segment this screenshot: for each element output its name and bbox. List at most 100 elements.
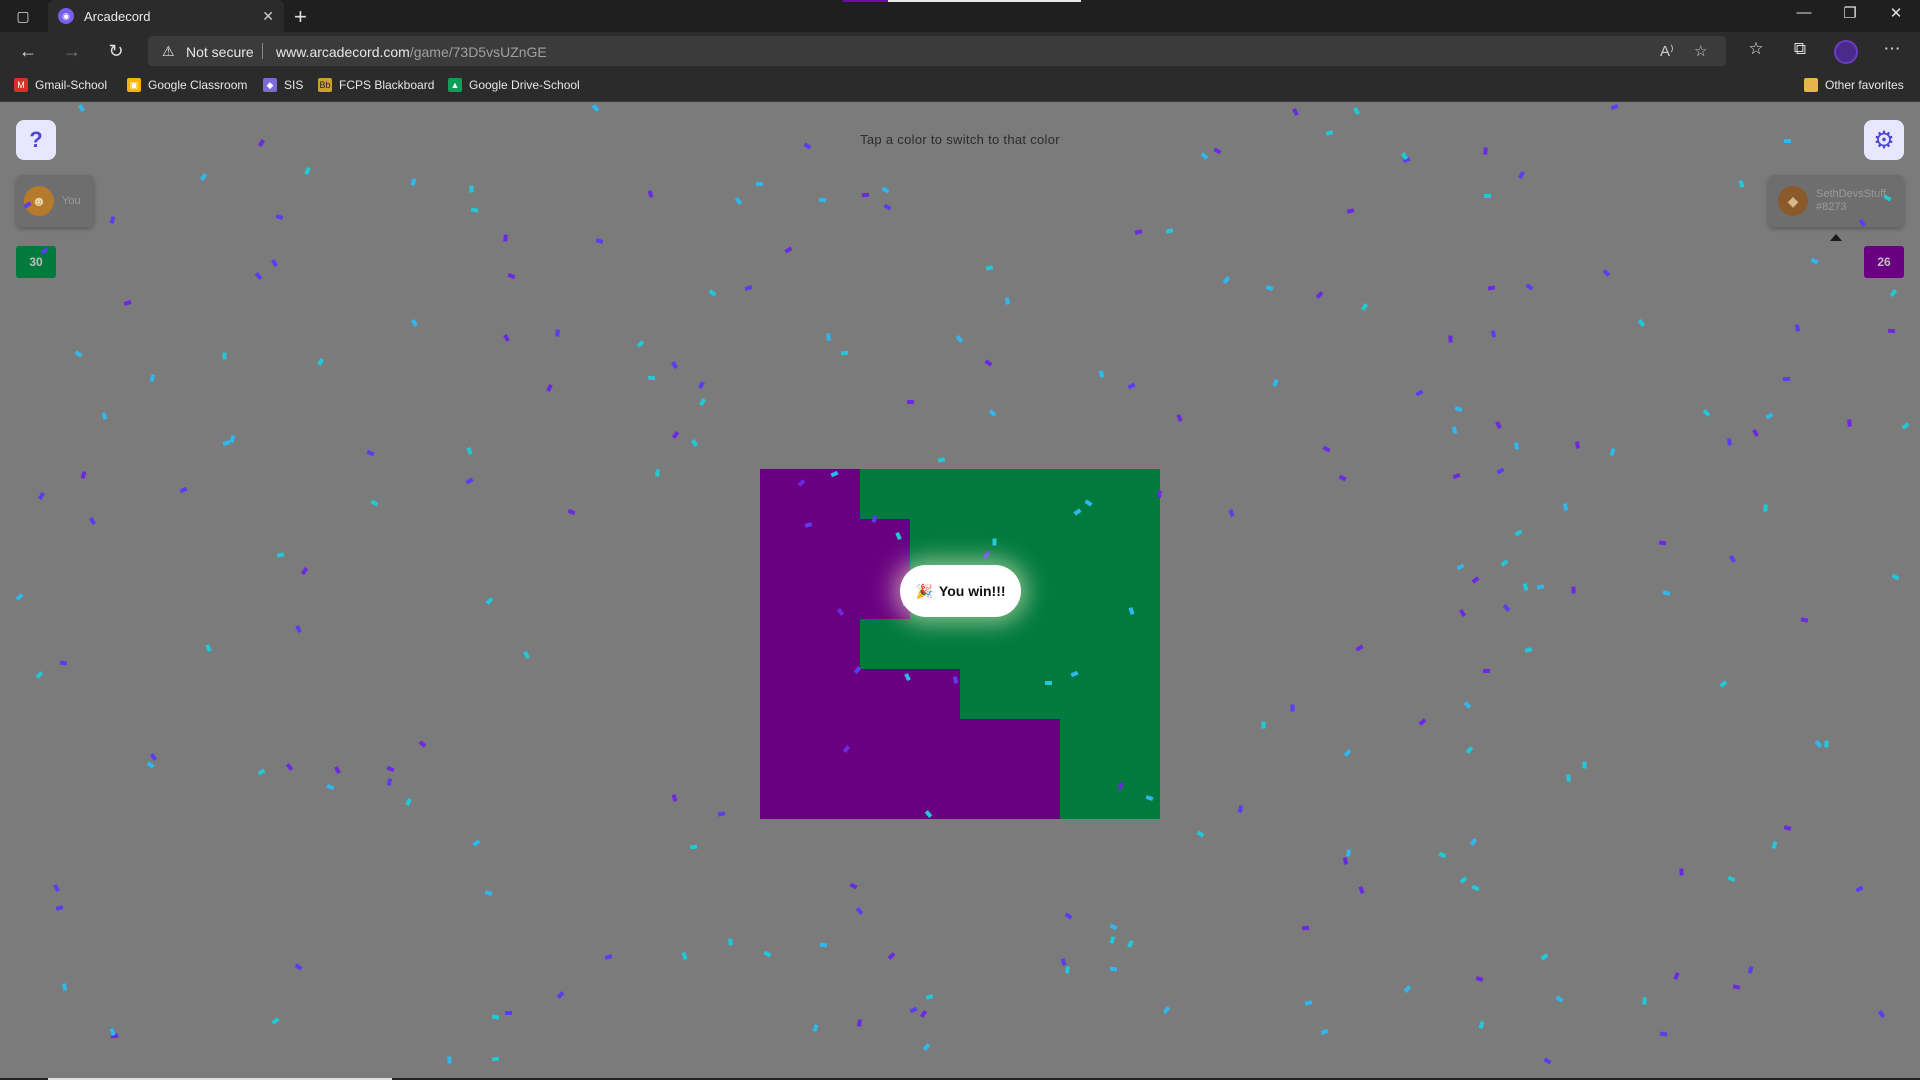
board-cell[interactable] xyxy=(910,519,960,569)
bookmark-label: SIS xyxy=(284,78,304,92)
board-cell[interactable] xyxy=(810,569,860,619)
board-cell[interactable] xyxy=(810,719,860,769)
board-cell[interactable] xyxy=(960,669,1010,719)
refresh-icon[interactable]: ↻ xyxy=(102,39,130,63)
collections-icon[interactable]: ⧉ xyxy=(1786,39,1814,59)
minimize-icon[interactable]: — xyxy=(1782,4,1826,21)
board-cell[interactable] xyxy=(760,769,810,819)
settings-gear-icon[interactable]: ⚙ xyxy=(1864,120,1904,160)
board-cell[interactable] xyxy=(1010,469,1060,519)
bookmark-label: Other favorites xyxy=(1825,78,1904,92)
confetti-piece xyxy=(491,1014,500,1020)
add-favorite-icon[interactable]: ☆ xyxy=(1694,42,1707,60)
confetti-piece xyxy=(1783,825,1792,831)
bookmark-google-drive-school[interactable]: ▲ Google Drive-School xyxy=(448,78,580,92)
tab-actions-icon[interactable]: ▢ xyxy=(12,6,34,26)
bookmark-label: Gmail-School xyxy=(35,78,108,92)
confetti-piece xyxy=(763,950,772,958)
confetti-piece xyxy=(1483,147,1488,155)
confetti-piece xyxy=(1272,379,1279,387)
board-cell[interactable] xyxy=(760,469,810,519)
profile-avatar[interactable] xyxy=(1834,40,1858,64)
board-cell[interactable] xyxy=(1110,469,1160,519)
address-bar[interactable]: ⚠ Not secure www.arcadecord.com/game/73D… xyxy=(148,36,1726,66)
board-cell[interactable] xyxy=(1110,519,1160,569)
board-cell[interactable] xyxy=(860,519,910,569)
board-cell[interactable] xyxy=(910,619,960,669)
board-cell[interactable] xyxy=(810,669,860,719)
board-cell[interactable] xyxy=(960,469,1010,519)
back-icon[interactable]: ← xyxy=(14,39,42,63)
url-text[interactable]: www.arcadecord.com/game/73D5vsUZnGE xyxy=(276,44,547,60)
board-cell[interactable] xyxy=(1060,569,1110,619)
read-aloud-icon[interactable]: A⁾ xyxy=(1660,42,1674,60)
favorites-icon[interactable]: ☆ xyxy=(1742,39,1770,59)
board-cell[interactable] xyxy=(960,619,1010,669)
board-cell[interactable] xyxy=(910,719,960,769)
board-cell[interactable] xyxy=(810,619,860,669)
confetti-piece xyxy=(556,991,565,999)
security-label[interactable]: Not secure xyxy=(186,44,254,60)
board-cell[interactable] xyxy=(1060,469,1110,519)
forward-icon[interactable]: → xyxy=(58,39,86,63)
board-cell[interactable] xyxy=(1060,669,1110,719)
board-cell[interactable] xyxy=(1110,669,1160,719)
board-cell[interactable] xyxy=(810,519,860,569)
board-cell[interactable] xyxy=(1010,619,1060,669)
board-cell[interactable] xyxy=(1110,619,1160,669)
board-cell[interactable] xyxy=(760,719,810,769)
confetti-piece xyxy=(1495,420,1502,430)
board-cell[interactable] xyxy=(860,619,910,669)
board-cell[interactable] xyxy=(910,769,960,819)
board-cell[interactable] xyxy=(1010,769,1060,819)
board-cell[interactable] xyxy=(1060,519,1110,569)
board-cell[interactable] xyxy=(910,669,960,719)
board-cell[interactable] xyxy=(810,769,860,819)
board-cell[interactable] xyxy=(960,769,1010,819)
opponent-tag: #8273 xyxy=(1816,201,1847,213)
board-cell[interactable] xyxy=(1010,669,1060,719)
board-cell[interactable] xyxy=(1110,769,1160,819)
new-tab-icon[interactable]: + xyxy=(294,4,307,30)
board-cell[interactable] xyxy=(860,669,910,719)
board-cell[interactable] xyxy=(760,519,810,569)
close-window-icon[interactable]: ✕ xyxy=(1874,4,1918,22)
board-cell[interactable] xyxy=(760,669,810,719)
more-menu-icon[interactable]: ⋯ xyxy=(1878,39,1906,59)
confetti-piece xyxy=(109,1028,116,1036)
board-cell[interactable] xyxy=(860,719,910,769)
bookmark-fcps-blackboard[interactable]: Bb FCPS Blackboard xyxy=(318,78,434,92)
bookmark-google-classroom[interactable]: ▣ Google Classroom xyxy=(127,78,247,92)
game-board[interactable] xyxy=(760,469,1160,819)
board-cell[interactable] xyxy=(960,719,1010,769)
board-cell[interactable] xyxy=(960,519,1010,569)
board-cell[interactable] xyxy=(1110,719,1160,769)
restore-icon[interactable]: ❐ xyxy=(1828,4,1872,22)
tab-arcadecord[interactable]: ◉ Arcadecord ✕ xyxy=(48,0,284,32)
confetti-piece xyxy=(123,300,132,306)
confetti-piece xyxy=(1610,103,1619,111)
confetti-piece xyxy=(466,446,473,456)
board-cell[interactable] xyxy=(860,469,910,519)
board-cell[interactable] xyxy=(810,469,860,519)
board-cell[interactable] xyxy=(1060,769,1110,819)
board-cell[interactable] xyxy=(760,569,810,619)
board-cell[interactable] xyxy=(1110,569,1160,619)
confetti-piece xyxy=(1475,976,1484,982)
close-tab-icon[interactable]: ✕ xyxy=(262,8,274,25)
board-cell[interactable] xyxy=(860,769,910,819)
board-cell[interactable] xyxy=(1010,719,1060,769)
board-cell[interactable] xyxy=(1060,619,1110,669)
board-cell[interactable] xyxy=(760,619,810,669)
confetti-piece xyxy=(819,942,828,948)
bookmark-other-favorites[interactable]: Other favorites xyxy=(1804,78,1904,92)
board-cell[interactable] xyxy=(910,469,960,519)
bookmark-sis[interactable]: ◆ SIS xyxy=(263,78,303,92)
bookmark-gmail-school[interactable]: M Gmail-School xyxy=(14,78,107,92)
warning-icon[interactable]: ⚠ xyxy=(162,43,175,60)
board-cell[interactable] xyxy=(1010,519,1060,569)
confetti-piece xyxy=(484,890,493,896)
bookmark-label: Google Classroom xyxy=(148,78,248,92)
board-cell[interactable] xyxy=(1060,719,1110,769)
folder-icon xyxy=(1804,78,1818,92)
